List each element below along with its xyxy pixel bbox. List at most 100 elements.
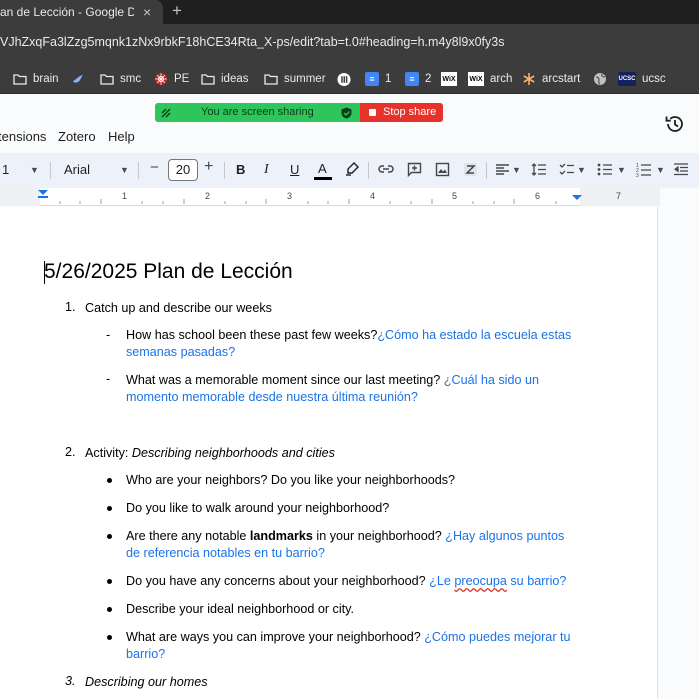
question-es-continued[interactable]: momento memorable desde nuestra última r… bbox=[126, 389, 418, 406]
spelling-flag[interactable]: preocupa bbox=[454, 574, 507, 588]
bookmark-label: 1 bbox=[385, 73, 392, 85]
bookmark-arch[interactable]: WiX arch bbox=[468, 71, 512, 87]
section-3-heading[interactable]: Describing our homes bbox=[85, 674, 208, 691]
list-item[interactable]: What was a memorable moment since our la… bbox=[126, 372, 539, 389]
decrease-indent-icon[interactable] bbox=[674, 163, 688, 176]
decrease-font-size-button[interactable]: − bbox=[150, 159, 159, 176]
bookmark-ucsc[interactable]: UCSC ucsc bbox=[618, 71, 666, 87]
folder-icon bbox=[100, 72, 114, 86]
chevron-down-icon[interactable]: ▼ bbox=[656, 165, 665, 175]
stop-share-label: Stop share bbox=[383, 106, 437, 118]
toolbar-divider bbox=[224, 162, 225, 179]
menu-zotero[interactable]: Zotero bbox=[58, 129, 96, 144]
list-item[interactable]: Are there any notable landmarks in your … bbox=[126, 528, 564, 545]
insert-image-icon[interactable] bbox=[435, 162, 450, 177]
bullet bbox=[107, 607, 112, 612]
toolbar-divider bbox=[138, 162, 139, 179]
url-text[interactable]: VJhZxqFa3lZzg5mqnk1zNx9rbkF18hCE34Rta_X-… bbox=[0, 35, 699, 49]
list-dash: - bbox=[106, 372, 111, 386]
list-item[interactable]: What are ways you can improve your neigh… bbox=[126, 629, 571, 646]
new-tab-button[interactable]: + bbox=[172, 0, 182, 22]
bookmark-wix[interactable]: WiX bbox=[441, 71, 463, 87]
underline-button[interactable]: U bbox=[290, 162, 299, 177]
align-left-icon[interactable] bbox=[496, 164, 509, 175]
clear-formatting-icon[interactable] bbox=[463, 162, 478, 177]
chevron-down-icon[interactable]: ▼ bbox=[512, 165, 521, 175]
wheel-icon bbox=[154, 72, 168, 86]
add-comment-icon[interactable] bbox=[407, 162, 422, 177]
italic-button[interactable]: I bbox=[264, 162, 269, 178]
zoom-select[interactable]: 1 bbox=[2, 162, 9, 177]
screen-share-banner: You are screen sharing Stop share bbox=[155, 103, 443, 122]
chevron-down-icon[interactable]: ▼ bbox=[577, 165, 586, 175]
bookmark-bird[interactable] bbox=[71, 71, 91, 87]
ruler-ticks bbox=[0, 188, 660, 206]
checklist-icon[interactable] bbox=[559, 162, 574, 176]
bookmark-ideas[interactable]: ideas bbox=[201, 71, 249, 87]
stop-share-button[interactable]: Stop share bbox=[360, 103, 443, 122]
list-item[interactable]: Do you like to walk around your neighbor… bbox=[126, 500, 389, 517]
increase-font-size-button[interactable]: + bbox=[204, 158, 213, 176]
active-tab[interactable]: an de Lección - Google Doc × bbox=[0, 0, 163, 24]
menu-extensions[interactable]: tensions bbox=[0, 129, 46, 144]
version-history-icon[interactable] bbox=[664, 113, 686, 135]
list-item[interactable]: Do you have any concerns about your neig… bbox=[126, 573, 566, 590]
line-spacing-icon[interactable] bbox=[531, 162, 546, 177]
question-es-continued[interactable]: de referencia notables en tu barrio? bbox=[126, 545, 325, 562]
address-bar[interactable]: VJhZxqFa3lZzg5mqnk1zNx9rbkF18hCE34Rta_X-… bbox=[0, 24, 699, 64]
formatting-toolbar: 1 ▼ Arial ▼ − 20 + B I U A ▼ ▼ ▼ 123 ▼ bbox=[0, 153, 699, 188]
drag-handle-icon[interactable] bbox=[160, 107, 172, 119]
link-icon[interactable] bbox=[378, 164, 394, 174]
bookmark-smc[interactable]: smc bbox=[100, 71, 141, 87]
menu-help[interactable]: Help bbox=[108, 129, 135, 144]
bulleted-list-icon[interactable] bbox=[597, 163, 612, 176]
document-page[interactable]: 5/26/2025 Plan de Lección 1. Catch up an… bbox=[0, 207, 658, 699]
bookmark-arcstart[interactable]: arcstart bbox=[522, 71, 580, 87]
horizontal-ruler[interactable]: 1 2 3 4 5 6 7 bbox=[0, 188, 660, 206]
font-select[interactable]: Arial bbox=[64, 162, 90, 177]
stop-icon bbox=[369, 109, 376, 116]
text-color-button[interactable]: A bbox=[314, 159, 332, 181]
scrollbar-gutter[interactable] bbox=[660, 207, 699, 699]
highlight-icon[interactable] bbox=[345, 162, 359, 176]
toolbar-divider bbox=[50, 162, 51, 179]
question-es-continued[interactable]: barrio? bbox=[126, 646, 165, 663]
bookmark-record[interactable] bbox=[337, 71, 357, 87]
bold-button[interactable]: B bbox=[236, 162, 245, 177]
chevron-down-icon[interactable]: ▼ bbox=[30, 165, 39, 175]
bullet bbox=[107, 635, 112, 640]
bookmark-globe[interactable] bbox=[593, 71, 613, 87]
section-2-heading[interactable]: Activity: Describing neighborhoods and c… bbox=[85, 445, 335, 462]
question-en: How has school been these past few weeks… bbox=[126, 328, 378, 342]
bookmark-label: ucsc bbox=[642, 73, 666, 85]
bookmark-pe[interactable]: PE bbox=[154, 71, 189, 87]
question-en: What are ways you can improve your neigh… bbox=[126, 630, 425, 644]
font-size-input[interactable]: 20 bbox=[168, 159, 198, 181]
section-1-heading[interactable]: Catch up and describe our weeks bbox=[85, 300, 272, 317]
bookmark-label: smc bbox=[120, 73, 142, 85]
bookmark-summer[interactable]: summer bbox=[264, 71, 326, 87]
bookmark-brain[interactable]: brain bbox=[13, 71, 59, 87]
numbered-list-icon[interactable]: 123 bbox=[636, 162, 651, 177]
document-heading[interactable]: 5/26/2025 Plan de Lección bbox=[44, 260, 293, 284]
list-item[interactable]: Describe your ideal neighborhood or city… bbox=[126, 601, 354, 618]
question-es: ¿Cómo puedes mejorar tu bbox=[424, 630, 571, 644]
bookmark-label: arcstart bbox=[542, 73, 581, 85]
chevron-down-icon[interactable]: ▼ bbox=[120, 165, 129, 175]
list-item[interactable]: How has school been these past few weeks… bbox=[126, 327, 571, 344]
list-item[interactable]: Who are your neighbors? Do you like your… bbox=[126, 472, 455, 489]
close-icon[interactable]: × bbox=[143, 0, 151, 24]
bookmark-1[interactable]: ≡ 1 bbox=[365, 71, 391, 87]
list-dash: - bbox=[106, 328, 111, 342]
docs-icon: ≡ bbox=[365, 72, 379, 86]
question-es: su barrio? bbox=[506, 574, 567, 588]
list-number: 1. bbox=[65, 300, 76, 314]
document-canvas: 5/26/2025 Plan de Lección 1. Catch up an… bbox=[0, 207, 699, 699]
snowflake-icon bbox=[522, 72, 536, 86]
bookmark-2[interactable]: ≡ 2 bbox=[405, 71, 431, 87]
chevron-down-icon[interactable]: ▼ bbox=[617, 165, 626, 175]
screen-share-status-text: You are screen sharing bbox=[201, 106, 314, 118]
question-en: What was a memorable moment since our la… bbox=[126, 373, 444, 387]
question-es-continued[interactable]: semanas pasadas? bbox=[126, 344, 235, 361]
list-number: 2. bbox=[65, 445, 76, 459]
